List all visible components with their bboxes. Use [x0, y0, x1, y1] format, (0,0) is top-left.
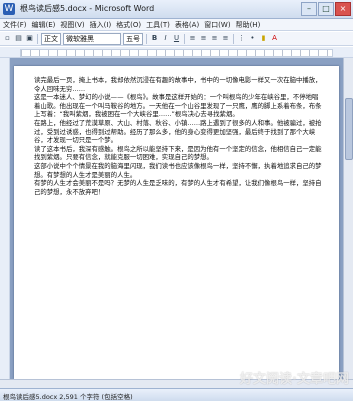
toolbar-separator [146, 33, 147, 44]
paragraph[interactable]: 这部小说中个个情景在我的脑海里闪现，我们读书也应该像根鸟一样，坚持不懈，执着地追… [34, 162, 324, 179]
word-app-icon[interactable]: W [3, 3, 15, 15]
italic-icon[interactable]: I [161, 34, 170, 43]
menu-tools[interactable]: 工具(T) [146, 20, 170, 30]
new-document-icon[interactable]: ▫ [3, 34, 12, 43]
menu-view[interactable]: 视图(V) [60, 20, 84, 30]
minimize-button[interactable]: – [301, 2, 317, 16]
font-size-combo[interactable]: 五号 [123, 32, 143, 45]
menu-table[interactable]: 表格(A) [175, 20, 199, 30]
document-body[interactable]: 读完最后一页，掩上书本，我却依然沉浸在有趣的故事中，书中的一切像电影一样又一次在… [34, 76, 324, 196]
align-right-icon[interactable]: ≡ [210, 34, 219, 43]
document-page[interactable]: 读完最后一页，掩上书本，我却依然沉浸在有趣的故事中，书中的一切像电影一样又一次在… [14, 66, 339, 379]
menu-file[interactable]: 文件(F) [3, 20, 27, 30]
scroll-thumb[interactable] [345, 98, 353, 160]
menu-window[interactable]: 窗口(W) [204, 20, 230, 30]
style-combo[interactable]: 正文 [41, 32, 61, 45]
menu-insert[interactable]: 插入(I) [90, 20, 112, 30]
menu-format[interactable]: 格式(O) [116, 20, 141, 30]
paragraph[interactable]: 读了这本书后，我深有感触。根鸟之所以能坚持下来，是因为他有一个坚定的信念，他相信… [34, 145, 324, 162]
bold-icon[interactable]: B [150, 34, 159, 43]
maximize-button[interactable]: □ [318, 2, 334, 16]
toolbar-separator [233, 33, 234, 44]
align-center-icon[interactable]: ≡ [199, 34, 208, 43]
menu-bar: 文件(F) 编辑(E) 视图(V) 插入(I) 格式(O) 工具(T) 表格(A… [0, 19, 353, 31]
justify-icon[interactable]: ≡ [221, 34, 230, 43]
paragraph[interactable]: 有梦的人生才会美丽不是吗？无梦的人生是乏味的，有梦的人生才有希望，让我们像根鸟一… [34, 179, 324, 196]
menu-help[interactable]: 帮助(H) [236, 20, 261, 30]
save-icon[interactable]: ▣ [25, 34, 34, 43]
ruler-ticks [21, 50, 332, 56]
window-title: 根鸟读后感5.docx - Microsoft Word [20, 4, 155, 13]
document-area[interactable]: 读完最后一页，掩上书本，我却依然沉浸在有趣的故事中，书中的一切像电影一样又一次在… [0, 58, 353, 379]
window-controls: – □ × [301, 2, 351, 16]
align-left-icon[interactable]: ≡ [188, 34, 197, 43]
watermark-text: 好文阅读·文章吧网 [240, 372, 349, 387]
horizontal-ruler[interactable] [0, 47, 353, 58]
status-bar: 根鸟读后感5.docx 2,591 个字符 (包括空格) [0, 388, 353, 401]
formatting-toolbar: ▫ ▤ ▣ 正文 微软雅黑 五号 B I U ≡ ≡ ≡ ≡ ⋮ • ▮ A [0, 32, 353, 46]
font-combo[interactable]: 微软雅黑 [63, 32, 121, 45]
toolbar-separator [37, 33, 38, 44]
vertical-ruler[interactable] [0, 58, 10, 379]
vertical-scrollbar[interactable] [343, 58, 353, 379]
open-folder-icon[interactable]: ▤ [14, 34, 23, 43]
highlight-icon[interactable]: ▮ [259, 34, 268, 43]
underline-icon[interactable]: U [172, 34, 181, 43]
close-button[interactable]: × [335, 2, 351, 16]
numbering-icon[interactable]: ⋮ [237, 34, 246, 43]
paragraph[interactable]: 读完最后一页，掩上书本，我却依然沉浸在有趣的故事中，书中的一切像电影一样又一次在… [34, 76, 324, 93]
menu-edit[interactable]: 编辑(E) [32, 20, 56, 30]
title-bar: W 根鸟读后感5.docx - Microsoft Word – □ × [0, 0, 353, 19]
paragraph[interactable]: 这是一本迷人、梦幻的小说——《根鸟》。故事是这样开始的：一个叫根鸟的少年在峡谷里… [34, 93, 324, 119]
font-color-icon[interactable]: A [270, 34, 279, 43]
ruler-track [20, 49, 333, 57]
paragraph[interactable]: 在路上，他经过了荒漠草原、大山、村落、秋谷、小镇……路上遇到了很多的人和事。他被… [34, 119, 324, 145]
bullets-icon[interactable]: • [248, 34, 257, 43]
toolbar-separator [184, 33, 185, 44]
